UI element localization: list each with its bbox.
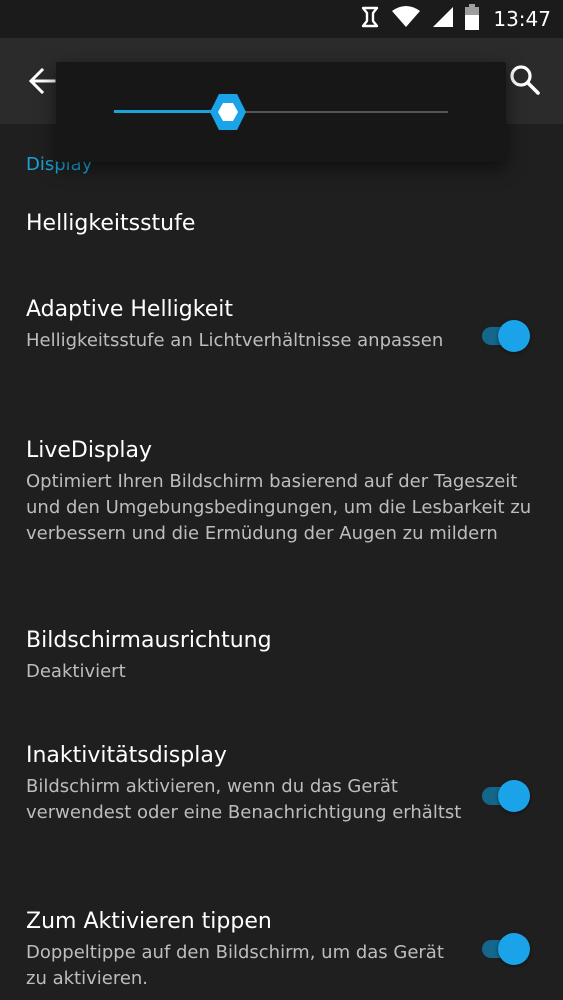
pref-helligkeitsstufe[interactable]: Helligkeitsstufe <box>26 210 195 238</box>
pref-title: Adaptive Helligkeit <box>26 297 233 322</box>
brightness-dialog <box>56 62 506 162</box>
pref-summary: Optimiert Ihren Bildschirm basierend auf… <box>26 471 532 544</box>
wifi-icon <box>391 5 421 33</box>
toggle-thumb <box>498 780 530 812</box>
battery-icon <box>465 4 480 34</box>
pref-title: Inaktivitätsdisplay <box>26 743 227 768</box>
pref-summary: Helligkeitsstufe an Lichtverhältnisse an… <box>26 330 444 351</box>
status-bar: 13:47 <box>0 0 563 38</box>
inaktivitaetsdisplay-toggle[interactable] <box>480 779 534 813</box>
pref-title: Zum Aktivieren tippen <box>26 909 272 934</box>
search-icon <box>510 65 540 95</box>
zum-aktivieren-tippen-toggle[interactable] <box>480 932 534 966</box>
pref-title: Bildschirmausrichtung <box>26 628 272 653</box>
pref-summary: Deaktiviert <box>26 661 126 682</box>
pref-summary: Bildschirm aktivieren, wenn du das Gerät… <box>26 776 462 823</box>
pref-bildschirmausrichtung[interactable]: Bildschirmausrichtung Deaktiviert <box>26 627 526 685</box>
pref-zum-aktivieren-tippen[interactable]: Zum Aktivieren tippen Doppeltippe auf de… <box>26 908 466 992</box>
back-arrow-icon <box>28 67 56 95</box>
signal-icon <box>431 5 455 33</box>
toggle-thumb <box>498 320 530 352</box>
pref-inaktivitaetsdisplay[interactable]: Inaktivitätsdisplay Bildschirm aktiviere… <box>26 742 466 826</box>
pref-title: Helligkeitsstufe <box>26 211 196 236</box>
pref-summary: Doppeltippe auf den Bildschirm, um das G… <box>26 942 444 989</box>
status-icons: 13:47 <box>359 0 551 38</box>
toggle-thumb <box>498 933 530 965</box>
pref-adaptive-helligkeit[interactable]: Adaptive Helligkeit Helligkeitsstufe an … <box>26 296 466 354</box>
brightness-slider-thumb[interactable] <box>209 93 247 131</box>
pref-title: LiveDisplay <box>26 438 153 463</box>
status-time: 13:47 <box>493 7 551 31</box>
search-button[interactable] <box>507 62 543 98</box>
nfc-icon <box>359 5 381 33</box>
pref-livedisplay[interactable]: LiveDisplay Optimiert Ihren Bildschirm b… <box>26 437 541 547</box>
slider-thumb-hexagon-icon <box>209 94 246 130</box>
adaptive-helligkeit-toggle[interactable] <box>480 319 534 353</box>
back-button[interactable] <box>26 64 60 98</box>
